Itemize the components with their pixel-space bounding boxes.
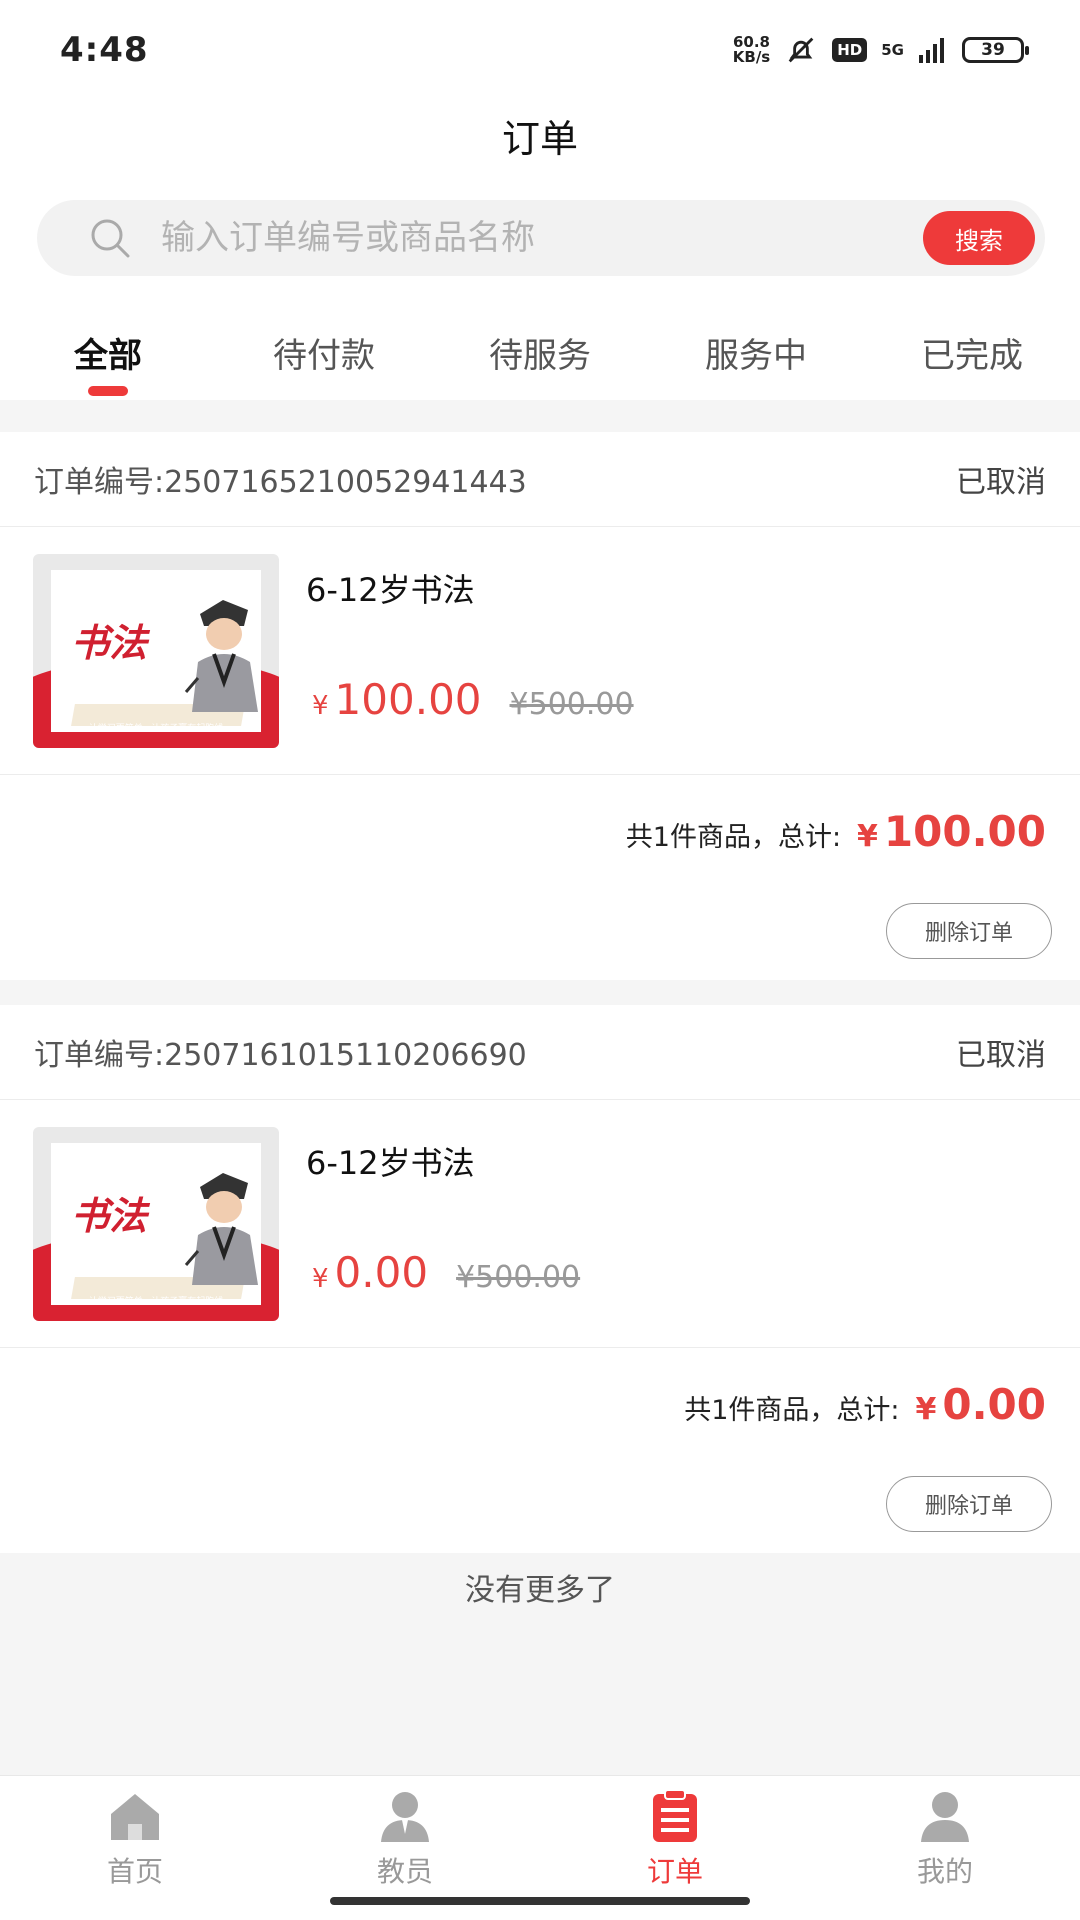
home-indicator[interactable] [330, 1897, 750, 1905]
order-number: 订单编号:2507161015110206690 [34, 1038, 527, 1073]
search-bar: 搜索 [37, 200, 1045, 276]
battery-icon: 39 [962, 37, 1029, 63]
order-card[interactable]: 订单编号:2507161015110206690 已取消 书法 让学习更简单 ·… [0, 1005, 1080, 1553]
tab-all[interactable]: 全部 [13, 308, 203, 400]
child-calligraphy-figure [184, 600, 258, 712]
order-item[interactable]: 书法 让学习更简单 · 让孩子赢在起跑线 6-12岁书法 ¥ 0.00 ¥500… [0, 1100, 1080, 1348]
home-icon [111, 1794, 159, 1840]
tab-active-indicator [88, 386, 128, 396]
teacher-icon [381, 1792, 429, 1842]
profile-icon [921, 1792, 969, 1842]
bell-muted-icon [788, 37, 814, 63]
total-amount: 0.00 [942, 1380, 1046, 1429]
status-bar: 4:48 60.8 KB/s HD 5G 39 [0, 0, 1080, 100]
tab-completed[interactable]: 已完成 [877, 308, 1067, 400]
child-calligraphy-figure [184, 1173, 258, 1285]
order-total: 共1件商品，总计: ¥ 100.00 [625, 807, 1046, 856]
status-time: 4:48 [60, 30, 149, 70]
status-icons: 60.8 KB/s HD 5G 39 [732, 30, 1029, 70]
price-row: ¥ 100.00 ¥500.00 [312, 675, 634, 724]
product-image-title: 书法 [71, 1193, 148, 1238]
product-price: 100.00 [334, 675, 482, 724]
no-more-text: 没有更多了 [465, 1573, 615, 1608]
product-name: 6-12岁书法 [306, 1144, 475, 1182]
delete-order-button[interactable]: 删除订单 [886, 1476, 1052, 1532]
search-button[interactable]: 搜索 [923, 211, 1035, 265]
product-image-title: 书法 [71, 620, 148, 665]
product-name: 6-12岁书法 [306, 571, 475, 609]
order-header: 订单编号:2507161015110206690 已取消 [0, 1005, 1080, 1100]
total-amount: 100.00 [883, 807, 1046, 856]
tab-pending-payment[interactable]: 待付款 [229, 308, 419, 400]
order-icon [653, 1789, 697, 1842]
order-total: 共1件商品，总计: ¥ 0.00 [684, 1380, 1046, 1429]
order-number: 订单编号:2507165210052941443 [34, 465, 527, 500]
search-input[interactable] [161, 200, 841, 276]
order-status: 已取消 [956, 465, 1046, 500]
price-row: ¥ 0.00 ¥500.00 [312, 1248, 581, 1297]
tab-in-service[interactable]: 服务中 [661, 308, 851, 400]
network-speed: 60.8 KB/s [732, 33, 771, 66]
search-icon [91, 219, 130, 258]
network-type: 5G [881, 41, 904, 59]
order-card[interactable]: 订单编号:2507165210052941443 已取消 书法 让学习更简单 ·… [0, 432, 1080, 980]
order-footer: 共1件商品，总计: ¥ 0.00 删除订单 [0, 1348, 1080, 1553]
order-tabs: 全部 待付款 待服务 服务中 已完成 [0, 308, 1080, 400]
signal-icon [919, 38, 944, 63]
nav-profile[interactable]: 我的 [810, 1776, 1080, 1920]
original-price: ¥500.00 [456, 1260, 581, 1295]
page-title: 订单 [501, 117, 578, 161]
order-status: 已取消 [956, 1038, 1046, 1073]
tab-pending-service[interactable]: 待服务 [445, 308, 635, 400]
hd-badge: HD [832, 38, 868, 62]
product-image: 书法 让学习更简单 · 让孩子赢在起跑线 [33, 554, 279, 748]
product-image: 书法 让学习更简单 · 让孩子赢在起跑线 [33, 1127, 279, 1321]
order-footer: 共1件商品，总计: ¥ 100.00 删除订单 [0, 775, 1080, 980]
delete-order-button[interactable]: 删除订单 [886, 903, 1052, 959]
order-item[interactable]: 书法 让学习更简单 · 让孩子赢在起跑线 6-12岁书法 ¥ 100.00 ¥5… [0, 527, 1080, 775]
product-price: 0.00 [334, 1248, 429, 1297]
header: 订单 搜索 全部 待付款 待服务 服务中 已完成 [0, 100, 1080, 400]
original-price: ¥500.00 [509, 687, 634, 722]
order-header: 订单编号:2507165210052941443 已取消 [0, 432, 1080, 527]
nav-home[interactable]: 首页 [0, 1776, 270, 1920]
